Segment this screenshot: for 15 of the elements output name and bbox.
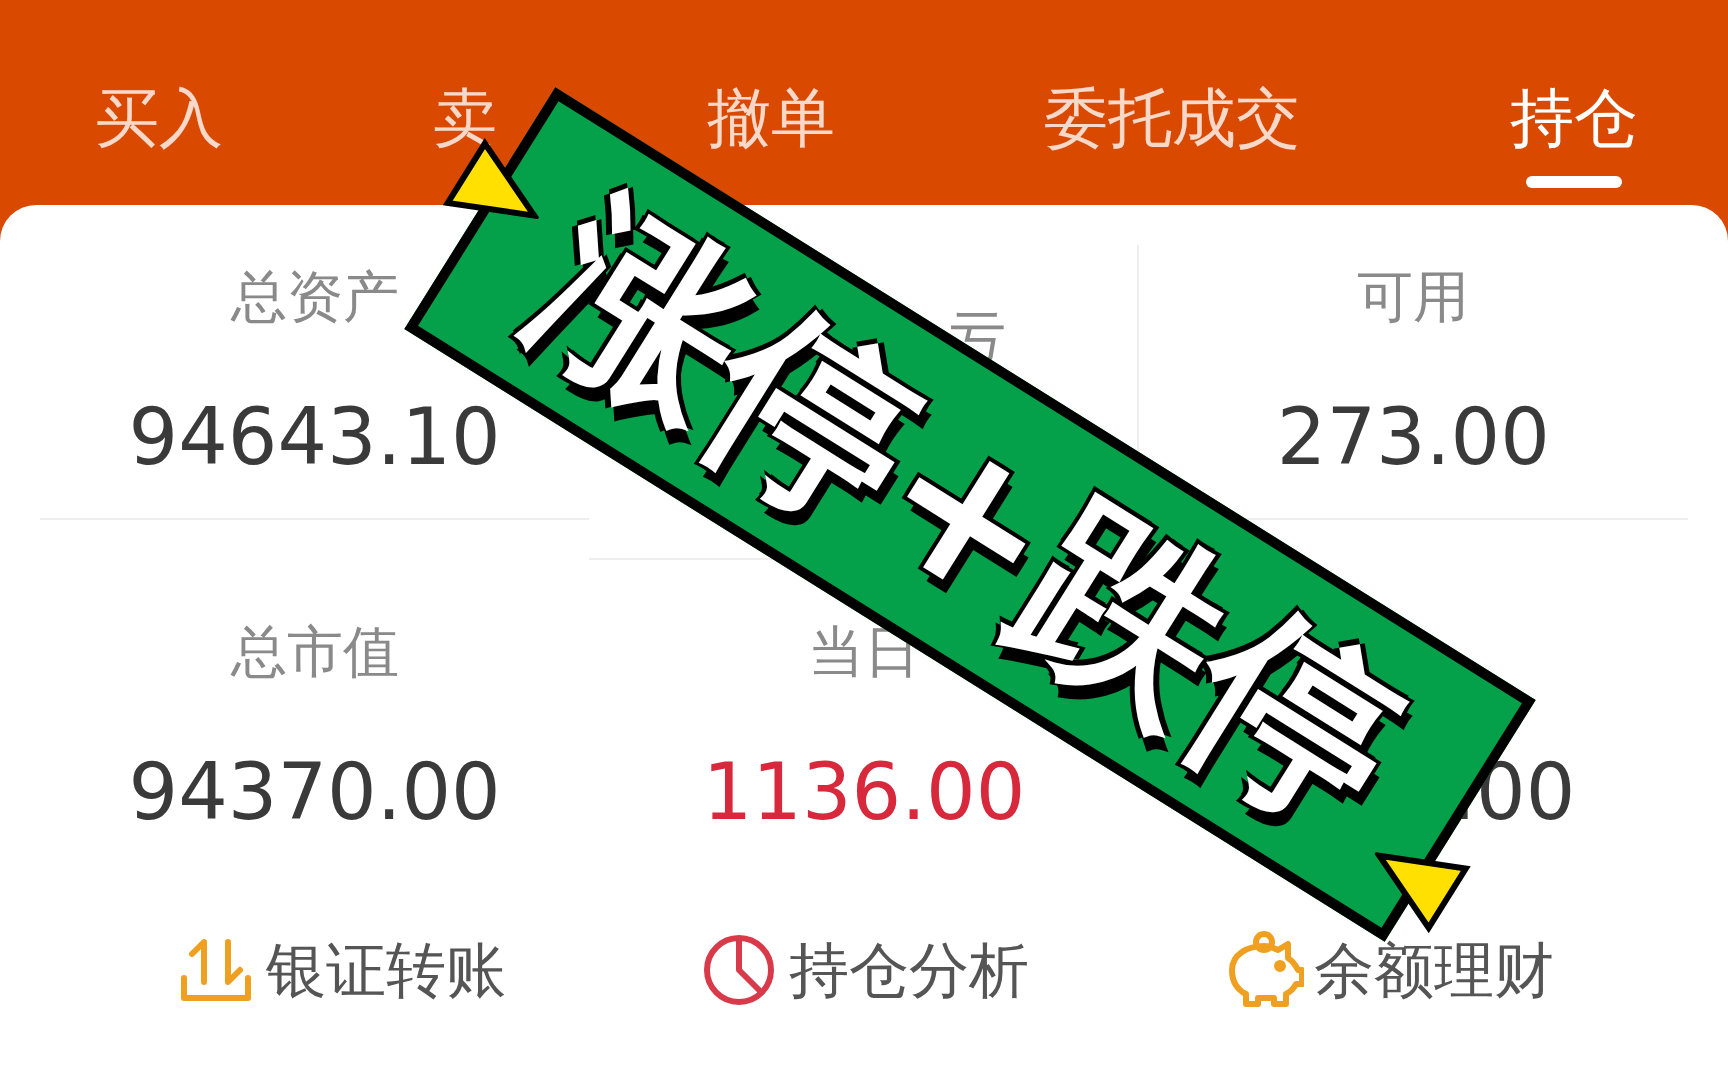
- tab[interactable]: 委托成交: [1044, 78, 1301, 158]
- shortcut-link[interactable]: 持仓分析: [602, 925, 1126, 1015]
- stat-label: 总市值: [230, 618, 399, 686]
- tab[interactable]: 买入: [95, 78, 223, 158]
- stat-label: 可用: [1357, 263, 1470, 331]
- shortcut-link[interactable]: 银证转账: [80, 925, 603, 1015]
- tab[interactable]: 撤单: [706, 78, 835, 158]
- stat-value: 273.00: [1276, 391, 1550, 484]
- shortcut-link[interactable]: 余额理财: [1125, 925, 1648, 1015]
- tab[interactable]: 持仓: [1510, 78, 1638, 158]
- tab[interactable]: 卖: [432, 78, 497, 158]
- stat-value: 1136.00: [702, 746, 1026, 839]
- stat-value: 94370.00: [128, 746, 501, 839]
- stat-label: 总资产: [230, 263, 399, 331]
- stat-value: 94643.10: [128, 391, 501, 484]
